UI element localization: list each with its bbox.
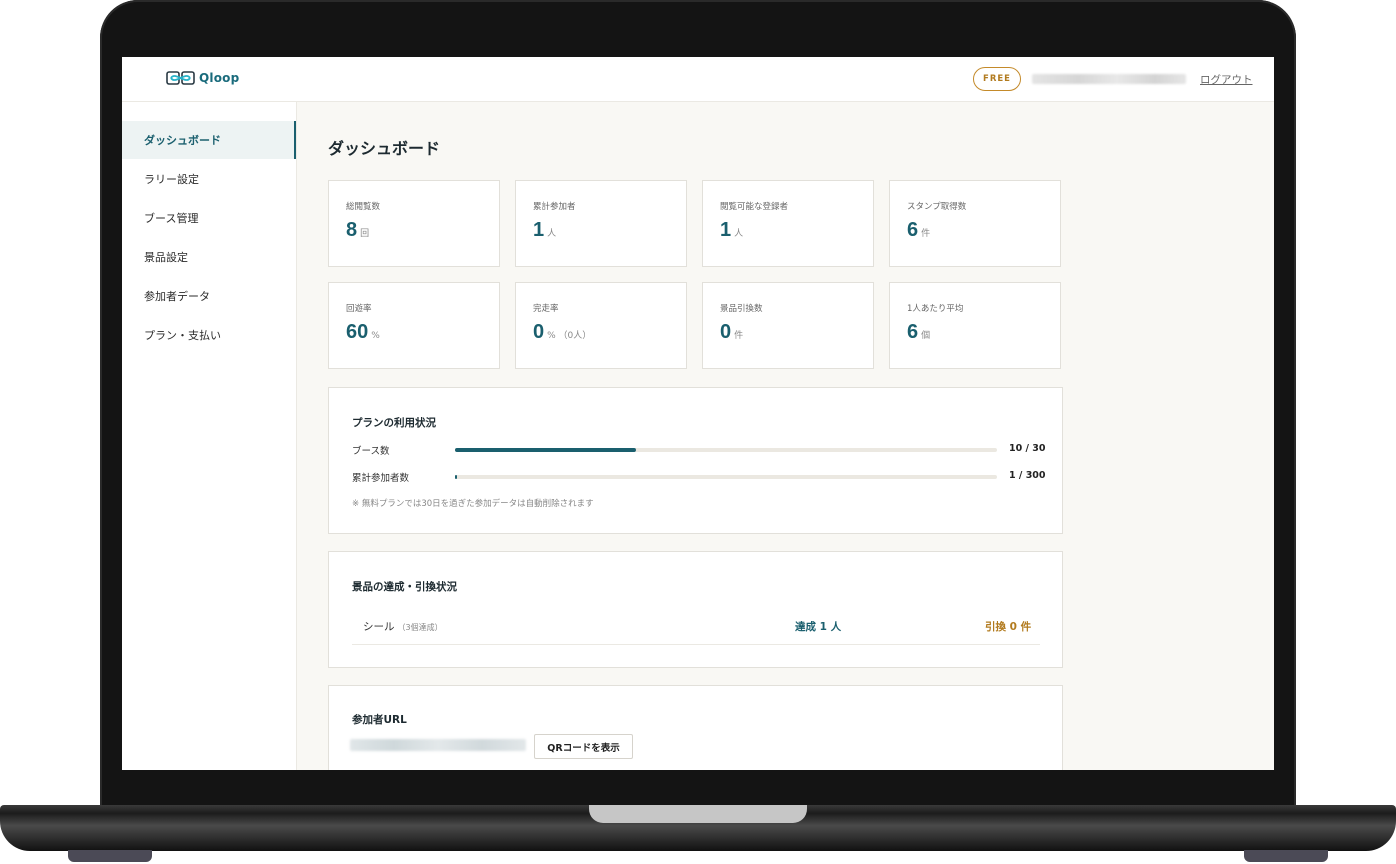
stat-card-viewable-registrants: 閲覧可能な登録者 1人 xyxy=(702,180,874,267)
logo-text: Qloop xyxy=(199,71,240,85)
user-email-redacted xyxy=(1032,74,1186,84)
stat-card-completion-rate: 完走率 0% （0人） xyxy=(515,282,687,369)
app-screen: Qloop FREE ログアウト ダッシュボード ラリー設定 ブース管理 景品設… xyxy=(122,57,1274,770)
usage-bar-fill xyxy=(455,475,457,479)
stat-value: 6 xyxy=(907,219,919,241)
stat-unit: 個 xyxy=(921,331,931,341)
app-logo[interactable]: Qloop xyxy=(166,70,239,86)
app-header: Qloop FREE ログアウト xyxy=(122,57,1274,102)
stat-unit: 件 xyxy=(921,229,931,239)
stat-value: 1 xyxy=(720,219,732,241)
usage-count-booths: 10 / 30 xyxy=(1009,443,1046,454)
stat-label: 閲覧可能な登録者 xyxy=(720,202,789,212)
usage-count-participants: 1 / 300 xyxy=(1009,470,1046,481)
stat-card-cumulative-participants: 累計参加者 1人 xyxy=(515,180,687,267)
usage-note: ※ 無料プランでは30日を過ぎた参加データは自動削除されます xyxy=(352,499,594,509)
usage-bar-booths xyxy=(455,448,997,452)
stat-label: 景品引換数 xyxy=(720,304,763,314)
stat-label: 回遊率 xyxy=(346,304,372,314)
prize-condition: （3個達成） xyxy=(397,623,443,632)
participant-url-title: 参加者URL xyxy=(352,714,407,726)
stat-label: 1人あたり平均 xyxy=(907,304,964,314)
participant-url-panel: 参加者URL QRコードを表示 xyxy=(328,685,1063,770)
participant-url-redacted xyxy=(350,739,526,751)
stat-value: 8 xyxy=(346,219,358,241)
show-qr-code-button[interactable]: QRコードを表示 xyxy=(534,734,633,759)
stat-label: スタンプ取得数 xyxy=(907,202,967,212)
stat-label: 完走率 xyxy=(533,304,559,314)
logout-link[interactable]: ログアウト xyxy=(1200,72,1253,87)
stat-label: 累計参加者 xyxy=(533,202,576,212)
sidebar-item-dashboard[interactable]: ダッシュボード xyxy=(122,121,296,159)
stat-card-stamps-acquired: スタンプ取得数 6件 xyxy=(889,180,1061,267)
plan-usage-title: プランの利用状況 xyxy=(352,417,436,429)
stat-card-circulation-rate: 回遊率 60% xyxy=(328,282,500,369)
sidebar-item-participant-data[interactable]: 参加者データ xyxy=(122,277,296,315)
stat-label: 総閲覧数 xyxy=(346,202,381,212)
sidebar-item-rally-settings[interactable]: ラリー設定 xyxy=(122,160,296,198)
sidebar-item-plan-billing[interactable]: プラン・支払い xyxy=(122,316,296,354)
sidebar: ダッシュボード ラリー設定 ブース管理 景品設定 参加者データ プラン・支払い xyxy=(122,102,297,770)
plan-usage-panel: プランの利用状況 ブース数 10 / 30 累計参加者数 1 / 300 ※ 無… xyxy=(328,387,1063,534)
qloop-logo-icon xyxy=(166,71,195,85)
prize-name: シール （3個達成） xyxy=(363,619,443,634)
sidebar-item-booth-management[interactable]: ブース管理 xyxy=(122,199,296,237)
laptop-foot-left xyxy=(68,850,152,862)
usage-label-participants: 累計参加者数 xyxy=(352,473,410,484)
prize-redeemed-count: 引換 0 件 xyxy=(985,621,1032,633)
usage-bar-participants xyxy=(455,475,997,479)
usage-label-booths: ブース数 xyxy=(352,446,390,457)
stat-card-prize-redemptions: 景品引換数 0件 xyxy=(702,282,874,369)
stat-card-total-views: 総閲覧数 8回 xyxy=(328,180,500,267)
stat-value: 0 xyxy=(720,321,732,343)
stat-value: 1 xyxy=(533,219,545,241)
prize-achieved-count: 達成 1 人 xyxy=(795,621,842,633)
stat-value: 60 xyxy=(346,321,369,343)
prize-name-text: シール xyxy=(363,621,395,633)
stat-unit: 回 xyxy=(360,229,370,239)
sidebar-item-prize-settings[interactable]: 景品設定 xyxy=(122,238,296,276)
stat-unit: % （0人） xyxy=(547,331,592,341)
stat-value: 0 xyxy=(533,321,545,343)
laptop-foot-right xyxy=(1244,850,1328,862)
prize-status-panel: 景品の達成・引換状況 シール （3個達成） 達成 1 人 引換 0 件 xyxy=(328,551,1063,668)
stat-unit: 件 xyxy=(734,331,744,341)
stat-card-average-per-person: 1人あたり平均 6個 xyxy=(889,282,1061,369)
stat-unit: % xyxy=(371,331,380,341)
stat-unit: 人 xyxy=(734,229,744,239)
page-title: ダッシュボード xyxy=(328,139,441,158)
laptop-notch xyxy=(589,805,807,823)
prize-status-title: 景品の達成・引換状況 xyxy=(352,581,457,593)
stat-unit: 人 xyxy=(547,229,557,239)
usage-bar-fill xyxy=(455,448,636,452)
plan-badge: FREE xyxy=(973,67,1021,91)
prize-row: シール （3個達成） 達成 1 人 引換 0 件 xyxy=(352,610,1040,645)
stat-value: 6 xyxy=(907,321,919,343)
